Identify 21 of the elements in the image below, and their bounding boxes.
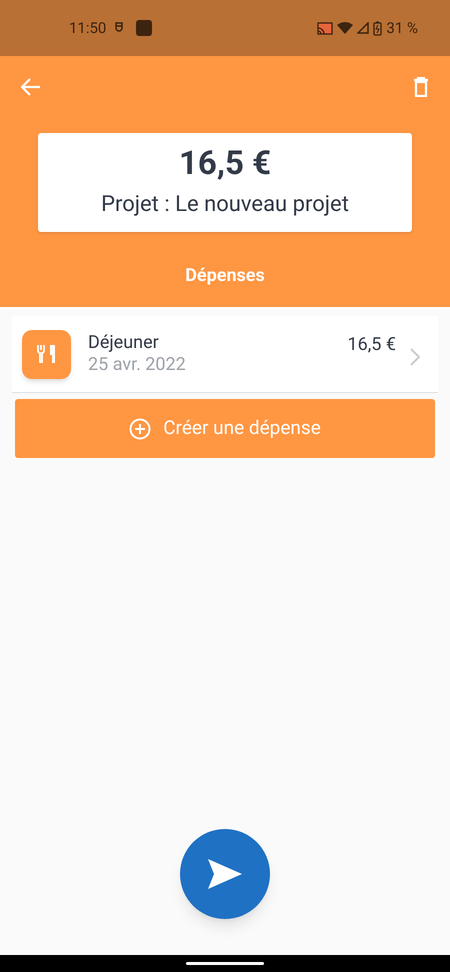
expense-date: 25 avr. 2022 xyxy=(88,354,187,376)
app-icon xyxy=(136,20,152,36)
cast-icon xyxy=(317,22,334,34)
back-arrow-icon[interactable] xyxy=(21,78,41,96)
section-title: Dépenses xyxy=(184,264,266,288)
battery-icon xyxy=(373,20,382,36)
send-icon xyxy=(208,859,242,889)
expense-row[interactable]: Déjeuner 25 avr. 2022 16,5 € xyxy=(12,316,438,393)
total-amount: 16,5 € xyxy=(178,144,272,184)
trash-icon[interactable] xyxy=(413,77,429,97)
battery-level: 31 % xyxy=(386,18,418,39)
chevron-right-icon xyxy=(410,348,420,366)
expense-amount: 16,5 € xyxy=(348,333,396,357)
plus-circle-icon xyxy=(129,418,152,440)
project-name: Projet : Le nouveau projet xyxy=(101,190,349,218)
signal-icon xyxy=(357,22,370,34)
status-time: 11:50 xyxy=(69,18,106,39)
home-indicator[interactable] xyxy=(186,962,264,965)
restaurant-icon xyxy=(22,330,71,378)
expense-title: Déjeuner xyxy=(88,332,160,354)
wifi-icon xyxy=(337,22,354,34)
